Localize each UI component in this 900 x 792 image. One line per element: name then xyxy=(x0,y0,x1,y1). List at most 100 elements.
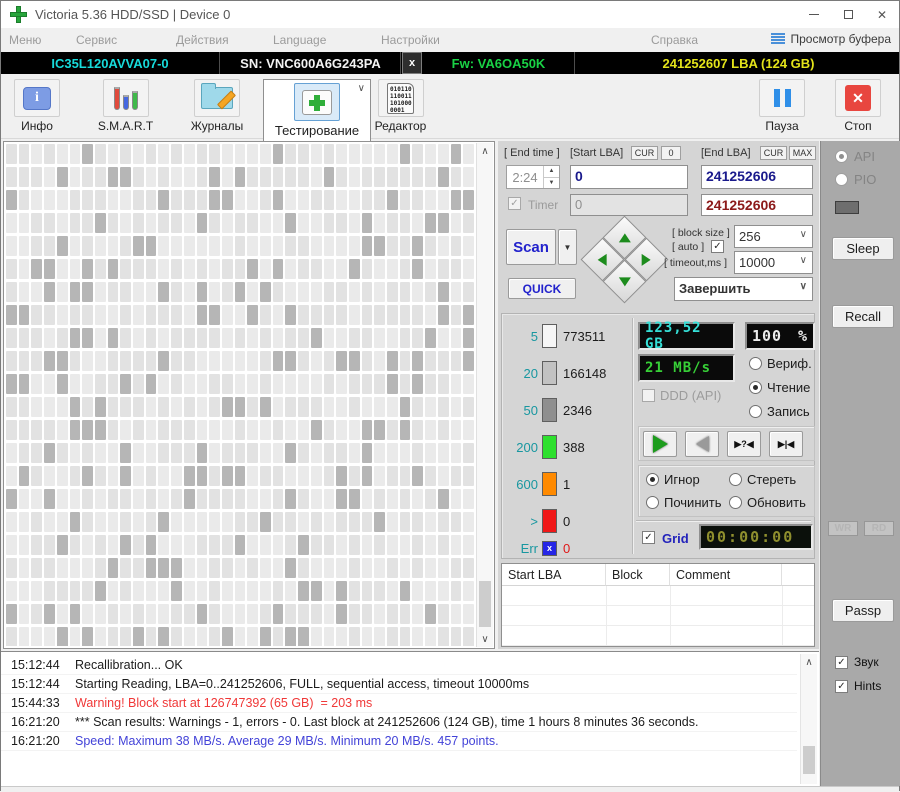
wr-button[interactable]: WR xyxy=(828,521,858,536)
editor-button[interactable]: 010110 110011 101000 0001 Редактор xyxy=(363,79,438,133)
scan-block xyxy=(260,627,271,646)
end-lba-input[interactable]: 241252606 xyxy=(701,165,813,189)
device-close-button[interactable]: x xyxy=(402,52,422,74)
spinner-arrows-icon[interactable]: ▲ ▼ xyxy=(543,166,559,188)
ddd-checkbox[interactable] xyxy=(642,389,655,402)
ignore-option[interactable]: Игнор xyxy=(646,472,700,487)
menu-main[interactable]: Меню xyxy=(9,33,41,47)
scan-button[interactable]: Scan xyxy=(506,229,556,265)
repair-option[interactable]: Починить xyxy=(646,495,722,510)
scan-block xyxy=(399,535,411,555)
scan-block xyxy=(18,512,30,532)
ignore-radio[interactable] xyxy=(646,473,659,486)
timeout-select[interactable]: 10000 xyxy=(734,251,813,274)
scan-block xyxy=(145,374,157,394)
scan-block xyxy=(221,443,233,463)
pio-radio[interactable] xyxy=(835,173,848,186)
menu-actions[interactable]: Действия xyxy=(176,33,229,47)
quick-button[interactable]: QUICK xyxy=(508,278,576,299)
verify-radio[interactable] xyxy=(749,357,762,370)
menu-language[interactable]: Language xyxy=(273,33,326,47)
repair-radio[interactable] xyxy=(646,496,659,509)
scan-block xyxy=(44,397,55,417)
scan-block xyxy=(31,512,43,532)
play-back-button[interactable] xyxy=(685,431,719,457)
log-scroll-thumb[interactable] xyxy=(803,746,815,774)
menu-service[interactable]: Сервис xyxy=(76,33,117,47)
read-radio[interactable] xyxy=(749,381,762,394)
defect-col-startlba[interactable]: Start LBA xyxy=(502,564,606,586)
rd-button[interactable]: RD xyxy=(864,521,894,536)
random-read-button[interactable]: ▶?◀ xyxy=(727,431,761,457)
start-lba-input[interactable]: 0 xyxy=(570,165,688,189)
end-time-spinner[interactable]: 2:24 ▲ ▼ xyxy=(506,165,560,189)
defect-col-block[interactable]: Block xyxy=(606,564,670,586)
close-button[interactable] xyxy=(865,1,899,28)
ddd-api-option[interactable]: DDD (API) xyxy=(642,388,721,403)
scan-dropdown-icon[interactable]: ▼ xyxy=(558,229,577,265)
passp-button[interactable]: Passp xyxy=(832,599,894,622)
menu-settings[interactable]: Настройки xyxy=(381,33,440,47)
api-option[interactable]: API xyxy=(835,149,875,164)
grid-scroll-thumb[interactable] xyxy=(479,581,491,627)
scan-block xyxy=(425,397,436,417)
end-max-button[interactable]: MAX xyxy=(789,146,816,160)
scan-block xyxy=(234,328,246,348)
recall-button[interactable]: Recall xyxy=(832,305,894,328)
write-option[interactable]: Запись xyxy=(749,404,810,419)
scan-block xyxy=(399,305,411,325)
scan-block xyxy=(196,581,208,601)
smart-button[interactable]: S.M.A.R.T xyxy=(83,79,168,133)
scan-block xyxy=(6,167,17,187)
auto-checkbox[interactable] xyxy=(711,240,724,253)
end-cur-button[interactable]: CUR xyxy=(760,146,787,160)
refresh-radio[interactable] xyxy=(729,496,742,509)
play-forward-button[interactable] xyxy=(643,431,677,457)
stop-button[interactable]: ✕ Стоп xyxy=(829,79,887,133)
erase-radio[interactable] xyxy=(729,473,742,486)
scan-block xyxy=(348,167,360,187)
start-zero-button[interactable]: 0 xyxy=(661,146,681,160)
butterfly-read-button[interactable]: ▶|◀ xyxy=(769,431,803,457)
timer-checkbox[interactable] xyxy=(508,197,521,210)
log-scroll-up-icon[interactable] xyxy=(801,654,817,670)
scroll-up-icon[interactable] xyxy=(477,143,493,159)
log-scrollbar[interactable] xyxy=(800,654,817,784)
pio-option[interactable]: PIO xyxy=(835,172,876,187)
testing-button[interactable]: Тестирование xyxy=(263,79,371,142)
pause-button[interactable]: Пауза xyxy=(753,79,811,133)
journals-button[interactable]: Журналы xyxy=(177,79,257,133)
info-button[interactable]: i Инфо xyxy=(7,79,67,133)
erase-option[interactable]: Стереть xyxy=(729,472,796,487)
after-scan-select[interactable]: Завершить xyxy=(674,277,813,301)
menu-help[interactable]: Справка xyxy=(651,33,698,47)
sound-option[interactable]: Звук xyxy=(835,655,879,669)
api-radio[interactable] xyxy=(835,150,848,163)
block-size-select[interactable]: 256 xyxy=(734,225,813,248)
verify-option[interactable]: Вериф. xyxy=(749,356,812,371)
minimize-button[interactable] xyxy=(797,1,831,28)
bin-label: 50 xyxy=(523,402,538,418)
defect-col-comment[interactable]: Comment xyxy=(670,564,782,586)
scan-block xyxy=(272,259,284,279)
refresh-option[interactable]: Обновить xyxy=(729,495,806,510)
table-row[interactable] xyxy=(502,606,814,626)
sound-checkbox[interactable] xyxy=(835,655,848,669)
scan-block xyxy=(310,305,322,325)
scroll-down-icon[interactable] xyxy=(477,631,493,647)
hints-checkbox[interactable] xyxy=(835,679,848,693)
grid-scrollbar[interactable] xyxy=(476,143,493,647)
sleep-button[interactable]: Sleep xyxy=(832,237,894,260)
scan-block xyxy=(209,282,220,302)
hints-option[interactable]: Hints xyxy=(835,679,881,693)
write-radio[interactable] xyxy=(749,405,762,418)
table-row[interactable] xyxy=(502,586,814,606)
hints-label: Hints xyxy=(854,679,882,693)
buffer-view-button[interactable]: Просмотр буфера xyxy=(771,32,891,46)
scan-block xyxy=(221,466,233,486)
table-row[interactable] xyxy=(502,626,814,646)
read-option[interactable]: Чтение xyxy=(749,380,810,395)
start-cur-button[interactable]: CUR xyxy=(631,146,658,160)
grid-checkbox[interactable] xyxy=(642,531,655,544)
maximize-button[interactable] xyxy=(831,1,865,28)
